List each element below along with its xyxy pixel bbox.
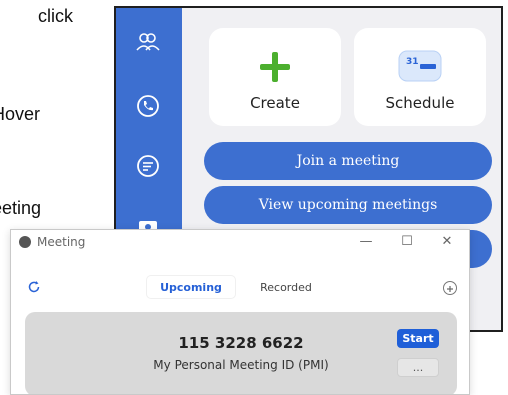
plus-icon bbox=[260, 52, 290, 82]
view-upcoming-meetings-button[interactable]: View upcoming meetings bbox=[204, 186, 492, 224]
instruction-click-text: click bbox=[38, 6, 73, 26]
create-button[interactable]: Create bbox=[209, 28, 341, 126]
contacts-icon[interactable] bbox=[134, 28, 162, 56]
minimize-button[interactable]: — bbox=[358, 234, 374, 249]
pmi-label: My Personal Meeting ID (PMI) bbox=[153, 358, 329, 372]
meeting-window-title: Meeting bbox=[37, 235, 86, 249]
add-meeting-icon[interactable] bbox=[443, 281, 457, 295]
schedule-button[interactable]: 31 Schedule bbox=[354, 28, 486, 126]
instruction-hover-text: Hover bbox=[0, 104, 41, 124]
join-meeting-button[interactable]: Join a meeting bbox=[204, 142, 492, 180]
meeting-titlebar: Meeting — ☐ ✕ bbox=[11, 230, 469, 256]
calendar-day-text: 31 bbox=[406, 57, 419, 67]
instruction-meeting-text: eeting bbox=[0, 198, 42, 218]
meeting-window: Meeting — ☐ ✕ Upcoming Recorded 115 3228… bbox=[10, 229, 470, 395]
start-button[interactable]: Start bbox=[397, 329, 439, 348]
refresh-icon[interactable] bbox=[27, 280, 41, 294]
create-label: Create bbox=[250, 94, 300, 112]
tab-upcoming[interactable]: Upcoming bbox=[147, 276, 235, 298]
maximize-button[interactable]: ☐ bbox=[399, 234, 415, 249]
chat-icon[interactable] bbox=[134, 152, 162, 180]
phone-icon[interactable] bbox=[134, 92, 162, 120]
more-options-button[interactable]: ... bbox=[397, 358, 439, 377]
close-button[interactable]: ✕ bbox=[439, 234, 455, 249]
calendar-icon: 31 bbox=[398, 50, 442, 82]
schedule-label: Schedule bbox=[385, 94, 455, 112]
tab-recorded[interactable]: Recorded bbox=[251, 276, 321, 298]
pmi-card: 115 3228 6622 My Personal Meeting ID (PM… bbox=[25, 312, 457, 394]
pmi-number: 115 3228 6622 bbox=[178, 334, 304, 352]
zoom-logo-icon bbox=[19, 236, 31, 248]
